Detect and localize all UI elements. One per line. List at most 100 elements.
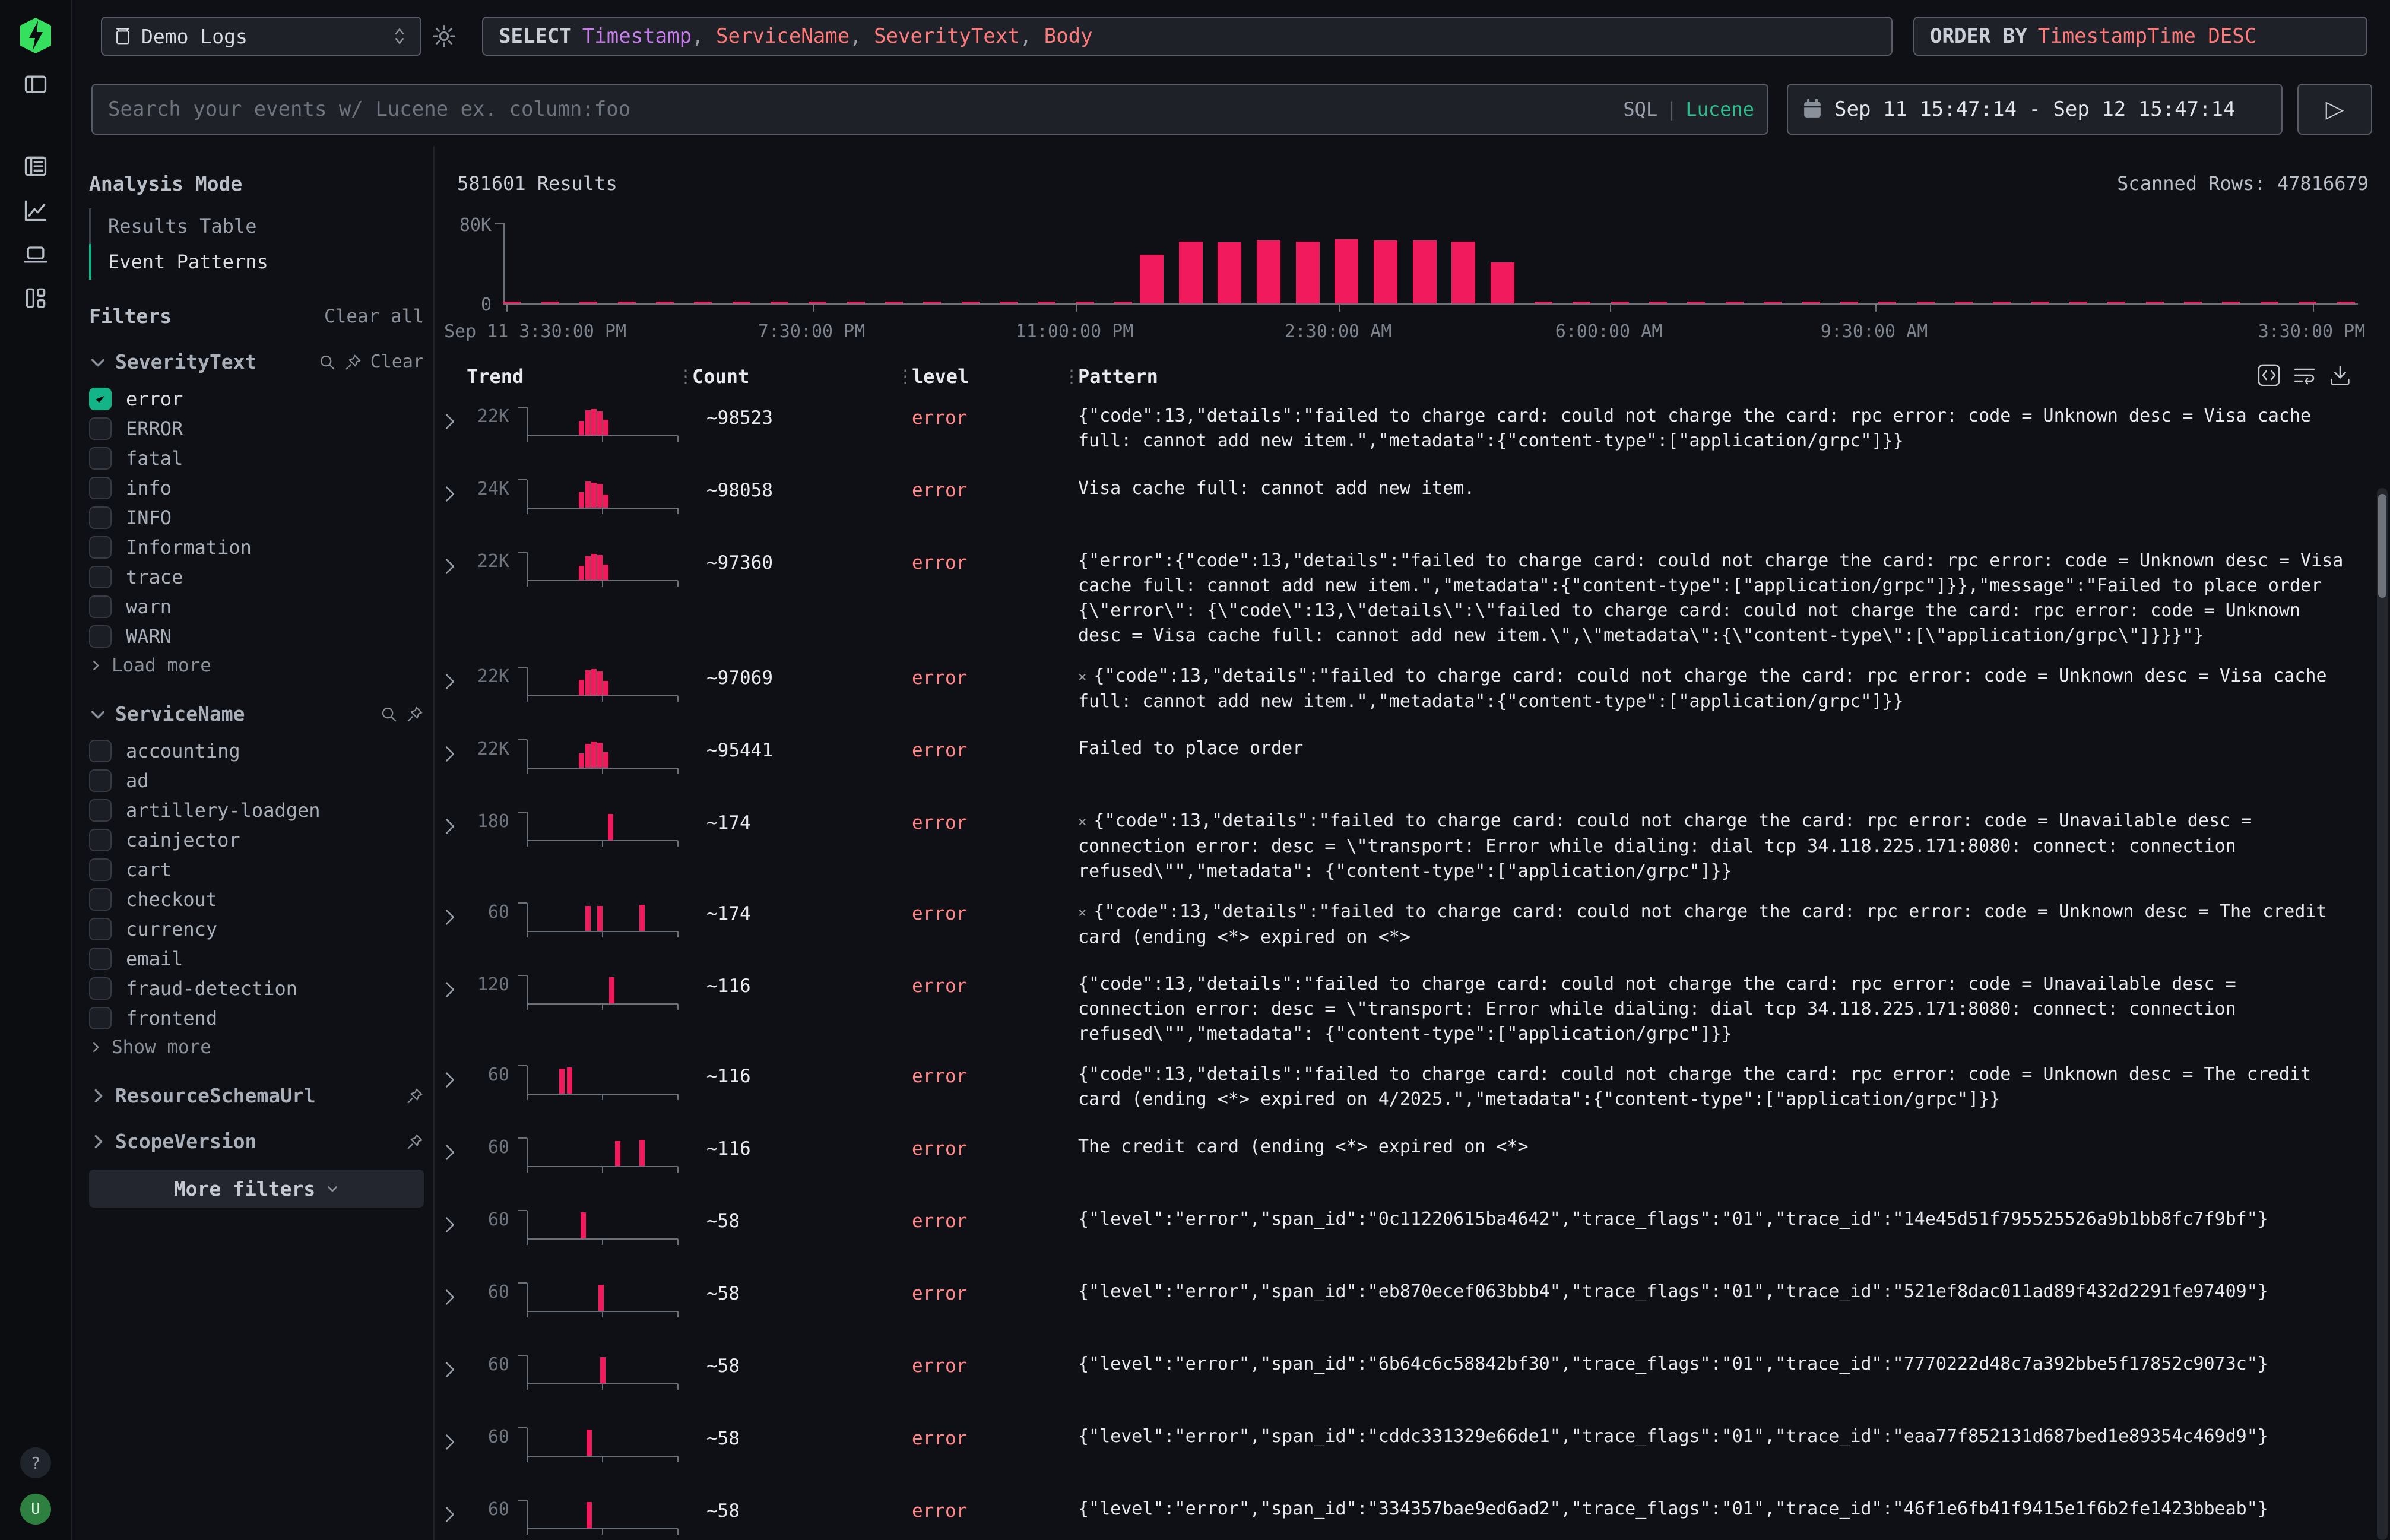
show-more-link[interactable]: Show more bbox=[89, 1033, 424, 1061]
filter-option-accounting[interactable]: accounting bbox=[89, 736, 424, 766]
sql-orderby-input[interactable]: ORDER BY TimestampTime DESC bbox=[1913, 17, 2367, 56]
histogram-bar[interactable] bbox=[1491, 262, 1514, 303]
checkbox-unchecked[interactable] bbox=[89, 740, 112, 762]
row-expander-chevron-icon[interactable] bbox=[444, 817, 461, 884]
checkbox-unchecked[interactable] bbox=[89, 977, 112, 1000]
pattern-row[interactable]: 24K~98058errorVisa cache full: cannot ad… bbox=[435, 468, 2390, 540]
app-logo-icon[interactable] bbox=[17, 17, 55, 55]
filter-group-title[interactable]: ScopeVersion bbox=[115, 1130, 398, 1153]
row-expander-chevron-icon[interactable] bbox=[444, 1433, 461, 1481]
checkbox-unchecked[interactable] bbox=[89, 536, 112, 559]
pattern-row[interactable]: 60~116error{"code":13,"details":"failed … bbox=[435, 1054, 2390, 1126]
checkbox-unchecked[interactable] bbox=[89, 625, 112, 648]
histogram-bar[interactable] bbox=[1296, 242, 1320, 303]
histogram-bar[interactable] bbox=[1218, 242, 1241, 303]
row-expander-chevron-icon[interactable] bbox=[444, 1360, 461, 1409]
rail-laptop-icon[interactable] bbox=[17, 235, 55, 273]
checkbox-unchecked[interactable] bbox=[89, 1007, 112, 1029]
filter-group-title[interactable]: ResourceSchemaUrl bbox=[115, 1084, 398, 1107]
date-range-picker[interactable]: Sep 11 15:47:14 - Sep 12 15:47:14 bbox=[1787, 84, 2283, 135]
filter-option-trace[interactable]: trace bbox=[89, 562, 424, 592]
filter-option-frontend[interactable]: frontend bbox=[89, 1003, 424, 1033]
filter-option-cainjector[interactable]: cainjector bbox=[89, 825, 424, 855]
filter-group-clear-button[interactable]: Clear bbox=[370, 351, 424, 372]
mode-lucene[interactable]: Lucene bbox=[1685, 98, 1754, 121]
filter-group-title[interactable]: ServiceName bbox=[115, 702, 372, 725]
row-expander-chevron-icon[interactable] bbox=[444, 672, 461, 721]
pattern-row[interactable]: 60~58error{"level":"error","span_id":"cd… bbox=[435, 1416, 2390, 1488]
load-more-link[interactable]: Load more bbox=[89, 651, 424, 680]
download-icon[interactable] bbox=[2328, 363, 2352, 387]
filter-option-ad[interactable]: ad bbox=[89, 766, 424, 796]
rail-line-chart-icon[interactable] bbox=[17, 191, 55, 229]
filter-option-error[interactable]: error bbox=[89, 384, 424, 414]
pattern-row[interactable]: 22K~95441errorFailed to place order bbox=[435, 728, 2390, 800]
clear-all-filters-button[interactable]: Clear all bbox=[324, 306, 424, 327]
histogram-bar[interactable] bbox=[1374, 240, 1397, 303]
filter-option-ERROR[interactable]: ERROR bbox=[89, 414, 424, 443]
mode-event-patterns[interactable]: Event Patterns bbox=[89, 244, 424, 280]
row-expander-chevron-icon[interactable] bbox=[444, 1070, 461, 1119]
pattern-row[interactable]: 120~116error{"code":13,"details":"failed… bbox=[435, 964, 2390, 1054]
checkbox-unchecked[interactable] bbox=[89, 829, 112, 851]
column-header-pattern[interactable]: Pattern bbox=[1078, 365, 2390, 388]
rail-layout-icon[interactable] bbox=[17, 279, 55, 317]
mode-sql[interactable]: SQL bbox=[1623, 98, 1657, 121]
scrollbar-thumb[interactable] bbox=[2378, 494, 2386, 598]
row-expander-chevron-icon[interactable] bbox=[444, 908, 461, 956]
checkbox-unchecked[interactable] bbox=[89, 595, 112, 618]
filter-option-info[interactable]: info bbox=[89, 473, 424, 503]
pattern-row[interactable]: 60~174error×{"code":13,"details":"failed… bbox=[435, 891, 2390, 964]
column-header-level[interactable]: level bbox=[912, 365, 1078, 388]
pattern-row[interactable]: 22K~97360error{"error":{"code":13,"detai… bbox=[435, 540, 2390, 655]
checkbox-checked[interactable] bbox=[89, 388, 112, 410]
checkbox-unchecked[interactable] bbox=[89, 918, 112, 940]
checkbox-unchecked[interactable] bbox=[89, 888, 112, 911]
pin-icon[interactable] bbox=[406, 705, 424, 723]
histogram-bar[interactable] bbox=[1140, 255, 1164, 303]
rail-panel-left-icon[interactable] bbox=[17, 65, 55, 103]
source-selector[interactable]: Demo Logs bbox=[101, 17, 421, 56]
pattern-row[interactable]: 60~116errorThe credit card (ending <*> e… bbox=[435, 1126, 2390, 1199]
row-expander-chevron-icon[interactable] bbox=[444, 1288, 461, 1336]
checkbox-unchecked[interactable] bbox=[89, 769, 112, 792]
checkbox-unchecked[interactable] bbox=[89, 447, 112, 470]
search-icon[interactable] bbox=[380, 705, 398, 723]
filter-group-title[interactable]: SeverityText bbox=[115, 350, 310, 373]
row-expander-chevron-icon[interactable] bbox=[444, 1215, 461, 1264]
help-button[interactable]: ? bbox=[20, 1447, 51, 1478]
histogram-bar[interactable] bbox=[1451, 242, 1475, 303]
row-expander-chevron-icon[interactable] bbox=[444, 412, 461, 461]
filter-option-email[interactable]: email bbox=[89, 944, 424, 974]
search-icon[interactable] bbox=[318, 353, 336, 371]
pin-icon[interactable] bbox=[344, 353, 362, 371]
checkbox-unchecked[interactable] bbox=[89, 948, 112, 970]
pattern-row[interactable]: 60~58error{"level":"error","span_id":"eb… bbox=[435, 1271, 2390, 1343]
search-input[interactable] bbox=[91, 84, 1768, 135]
filter-option-fraud-detection[interactable]: fraud-detection bbox=[89, 974, 424, 1003]
pattern-row[interactable]: 180~174error×{"code":13,"details":"faile… bbox=[435, 800, 2390, 891]
filter-option-checkout[interactable]: checkout bbox=[89, 885, 424, 914]
more-filters-button[interactable]: More filters bbox=[89, 1170, 424, 1208]
checkbox-unchecked[interactable] bbox=[89, 477, 112, 499]
row-expander-chevron-icon[interactable] bbox=[444, 744, 461, 793]
row-expander-chevron-icon[interactable] bbox=[444, 1505, 461, 1540]
row-expander-chevron-icon[interactable] bbox=[444, 1143, 461, 1192]
filter-option-cart[interactable]: cart bbox=[89, 855, 424, 885]
pattern-row[interactable]: 60~58error{"level":"error","span_id":"33… bbox=[435, 1488, 2390, 1540]
pattern-row[interactable]: 60~58error{"level":"error","span_id":"6b… bbox=[435, 1343, 2390, 1416]
wrap-text-icon[interactable] bbox=[2293, 363, 2316, 387]
checkbox-unchecked[interactable] bbox=[89, 506, 112, 529]
histogram-bar[interactable] bbox=[1413, 240, 1437, 303]
filter-option-currency[interactable]: currency bbox=[89, 914, 424, 944]
code-icon[interactable] bbox=[2257, 363, 2281, 387]
column-header-trend[interactable]: Trend bbox=[461, 365, 692, 388]
pattern-row[interactable]: 60~58error{"level":"error","span_id":"0c… bbox=[435, 1199, 2390, 1271]
row-expander-chevron-icon[interactable] bbox=[444, 980, 461, 1047]
pin-icon[interactable] bbox=[406, 1133, 424, 1151]
pattern-row[interactable]: 22K~97069error×{"code":13,"details":"fai… bbox=[435, 655, 2390, 728]
filter-option-WARN[interactable]: WARN bbox=[89, 622, 424, 651]
histogram-bar[interactable] bbox=[1179, 242, 1203, 303]
user-avatar[interactable]: U bbox=[20, 1494, 51, 1525]
filter-option-warn[interactable]: warn bbox=[89, 592, 424, 622]
